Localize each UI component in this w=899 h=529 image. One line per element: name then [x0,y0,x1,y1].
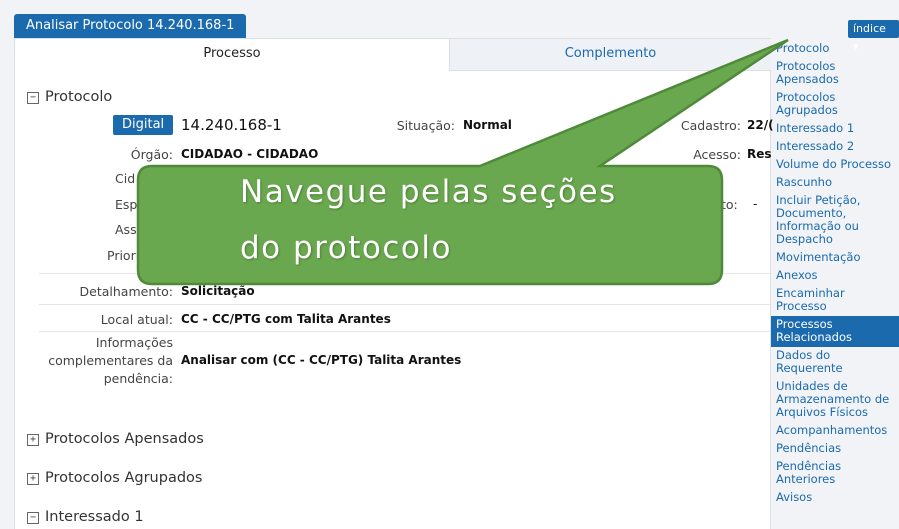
callout-text-line1: Navegue pelas seções [240,174,617,210]
callout-text-line2: do protocolo [240,230,452,266]
callout-shape [136,38,789,286]
